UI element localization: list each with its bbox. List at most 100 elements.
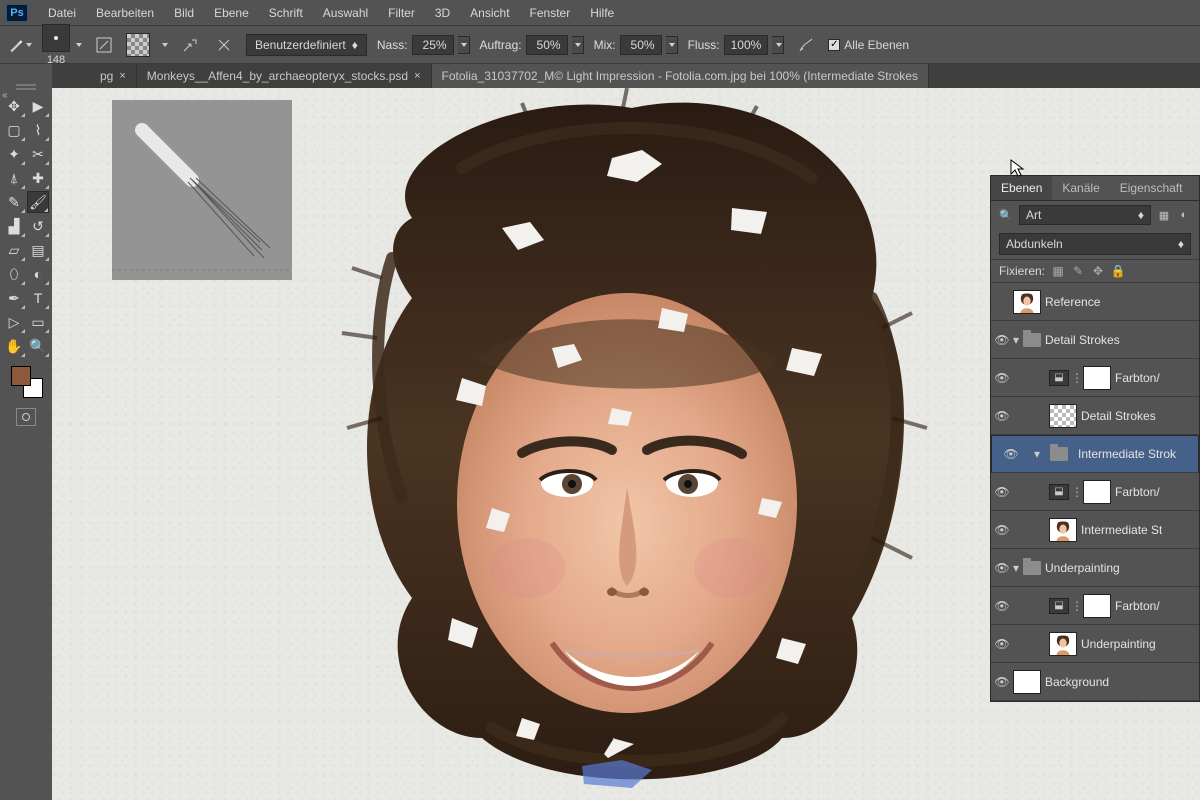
brush-preset-picker[interactable]: 148	[42, 24, 82, 66]
menu-3d[interactable]: 3D	[425, 3, 460, 23]
visibility-toggle-icon[interactable]: 👁	[991, 637, 1013, 651]
type-tool[interactable]: T	[27, 287, 49, 309]
auftrag-input[interactable]: 50%	[526, 35, 568, 55]
pen-tool[interactable]: ✒	[3, 287, 25, 309]
menu-ansicht[interactable]: Ansicht	[460, 3, 519, 23]
layer-row[interactable]: 👁 Background	[991, 663, 1199, 701]
mix-dropdown[interactable]	[666, 36, 678, 54]
blur-tool[interactable]: ⬯	[3, 263, 25, 285]
foreground-color[interactable]	[11, 366, 31, 386]
layer-name[interactable]: Background	[1045, 675, 1109, 689]
load-brush-icon[interactable]	[178, 33, 202, 57]
layer-name[interactable]: Underpainting	[1081, 637, 1156, 651]
visibility-toggle-icon[interactable]: 👁	[1000, 447, 1022, 461]
disclosure-triangle-icon[interactable]: ▾	[1034, 447, 1044, 461]
gradient-tool[interactable]: ▤	[27, 239, 49, 261]
quick-mask-toggle[interactable]	[16, 408, 36, 426]
stamp-tool[interactable]: ▟	[3, 215, 25, 237]
mix-input[interactable]: 50%	[620, 35, 662, 55]
fluss-input[interactable]: 100%	[724, 35, 769, 55]
panel-tab-kanaele[interactable]: Kanäle	[1052, 176, 1109, 200]
alle-ebenen-checkbox[interactable]: ✓	[828, 39, 840, 51]
fluss-dropdown[interactable]	[772, 36, 784, 54]
auftrag-dropdown[interactable]	[572, 36, 584, 54]
toolbox-grip[interactable]	[16, 84, 36, 90]
hand-tool[interactable]: ✋	[3, 335, 25, 357]
tab-1[interactable]: Monkeys__Affen4_by_archaeopteryx_stocks.…	[137, 64, 432, 88]
layer-row[interactable]: 👁⬓⋮Farbton/	[991, 587, 1199, 625]
history-brush-tool[interactable]: ↺	[27, 215, 49, 237]
visibility-toggle-icon[interactable]: 👁	[991, 409, 1013, 423]
panel-tab-eigenschaften[interactable]: Eigenschaft	[1110, 176, 1193, 200]
layer-row[interactable]: 👁▾ Underpainting	[991, 549, 1199, 587]
mask-thumbnail[interactable]	[1083, 594, 1111, 618]
layer-row[interactable]: 👁 Underpainting	[991, 625, 1199, 663]
menu-bearbeiten[interactable]: Bearbeiten	[86, 3, 164, 23]
mixer-brush-tool[interactable]: 🖌	[27, 191, 49, 213]
layer-thumbnail[interactable]	[1049, 404, 1077, 428]
layer-row[interactable]: 👁 Detail Strokes	[991, 397, 1199, 435]
nass-input[interactable]: 25%	[412, 35, 454, 55]
visibility-toggle-icon[interactable]: 👁	[991, 599, 1013, 613]
layer-name[interactable]: Intermediate Strok	[1078, 447, 1176, 461]
menu-bild[interactable]: Bild	[164, 3, 204, 23]
crop-tool[interactable]: ✂	[27, 143, 49, 165]
menu-auswahl[interactable]: Auswahl	[313, 3, 378, 23]
eyedropper-tool[interactable]: ⍋	[3, 167, 25, 189]
close-icon[interactable]: ×	[414, 70, 420, 82]
visibility-toggle-icon[interactable]: 👁	[991, 561, 1013, 575]
eraser-tool[interactable]: ▱	[3, 239, 25, 261]
airbrush-icon[interactable]	[794, 33, 818, 57]
layer-name[interactable]: Reference	[1045, 295, 1100, 309]
brush-tool[interactable]: ✎	[3, 191, 25, 213]
visibility-toggle-icon[interactable]: 👁	[991, 371, 1013, 385]
layer-row[interactable]: Reference	[991, 283, 1199, 321]
layer-thumbnail[interactable]	[1049, 518, 1077, 542]
lock-transparency-icon[interactable]: ▦	[1051, 264, 1065, 278]
layer-name[interactable]: Detail Strokes	[1045, 333, 1120, 347]
direct-select-tool[interactable]: ▷	[3, 311, 25, 333]
menu-filter[interactable]: Filter	[378, 3, 425, 23]
menu-datei[interactable]: Datei	[38, 3, 86, 23]
tab-0[interactable]: pg ×	[90, 64, 137, 88]
mask-thumbnail[interactable]	[1083, 366, 1111, 390]
layer-row[interactable]: 👁⬓⋮Farbton/	[991, 359, 1199, 397]
layer-row[interactable]: 👁▾Detail Strokes	[991, 321, 1199, 359]
path-select-tool[interactable]: ▶	[27, 95, 49, 117]
disclosure-triangle-icon[interactable]: ▾	[1013, 561, 1023, 575]
dodge-tool[interactable]: ◐	[27, 263, 49, 285]
menu-hilfe[interactable]: Hilfe	[580, 3, 624, 23]
clean-brush-icon[interactable]	[212, 33, 236, 57]
brush-combo-select[interactable]: Benutzerdefiniert ♦	[246, 34, 367, 56]
mask-thumbnail[interactable]	[1083, 480, 1111, 504]
menu-schrift[interactable]: Schrift	[259, 3, 313, 23]
blend-mode-select[interactable]: Abdunkeln♦	[999, 233, 1191, 255]
wand-tool[interactable]: ✦	[3, 143, 25, 165]
layer-name[interactable]: Underpainting	[1045, 561, 1120, 575]
filter-adj-icon[interactable]: ◐	[1177, 208, 1191, 222]
mask-link-icon[interactable]: ⋮	[1071, 371, 1083, 385]
visibility-toggle-icon[interactable]: 👁	[991, 523, 1013, 537]
lock-paint-icon[interactable]: ✎	[1071, 264, 1085, 278]
collapsed-panel-grip-icon[interactable]: «	[2, 90, 8, 101]
visibility-toggle-icon[interactable]: 👁	[991, 675, 1013, 689]
layer-thumbnail[interactable]	[1013, 290, 1041, 314]
layer-name[interactable]: Intermediate St	[1081, 523, 1162, 537]
color-swatches[interactable]	[9, 364, 43, 398]
zoom-tool[interactable]: 🔍	[27, 335, 49, 357]
close-icon[interactable]: ×	[119, 70, 125, 82]
layer-name[interactable]: Detail Strokes	[1081, 409, 1156, 423]
visibility-toggle-icon[interactable]: 👁	[991, 485, 1013, 499]
mask-link-icon[interactable]: ⋮	[1071, 599, 1083, 613]
mask-link-icon[interactable]: ⋮	[1071, 485, 1083, 499]
layer-thumbnail[interactable]	[1049, 632, 1077, 656]
visibility-toggle-icon[interactable]: 👁	[991, 333, 1013, 347]
panel-tab-ebenen[interactable]: Ebenen	[991, 176, 1052, 200]
menu-fenster[interactable]: Fenster	[520, 3, 581, 23]
lock-position-icon[interactable]: ✥	[1091, 264, 1105, 278]
current-brush-load-icon[interactable]	[126, 33, 150, 57]
layer-row[interactable]: 👁 Intermediate St	[991, 511, 1199, 549]
lock-all-icon[interactable]: 🔒	[1111, 264, 1125, 278]
tool-preset-picker[interactable]	[8, 33, 32, 57]
layer-name[interactable]: Farbton/	[1115, 485, 1160, 499]
